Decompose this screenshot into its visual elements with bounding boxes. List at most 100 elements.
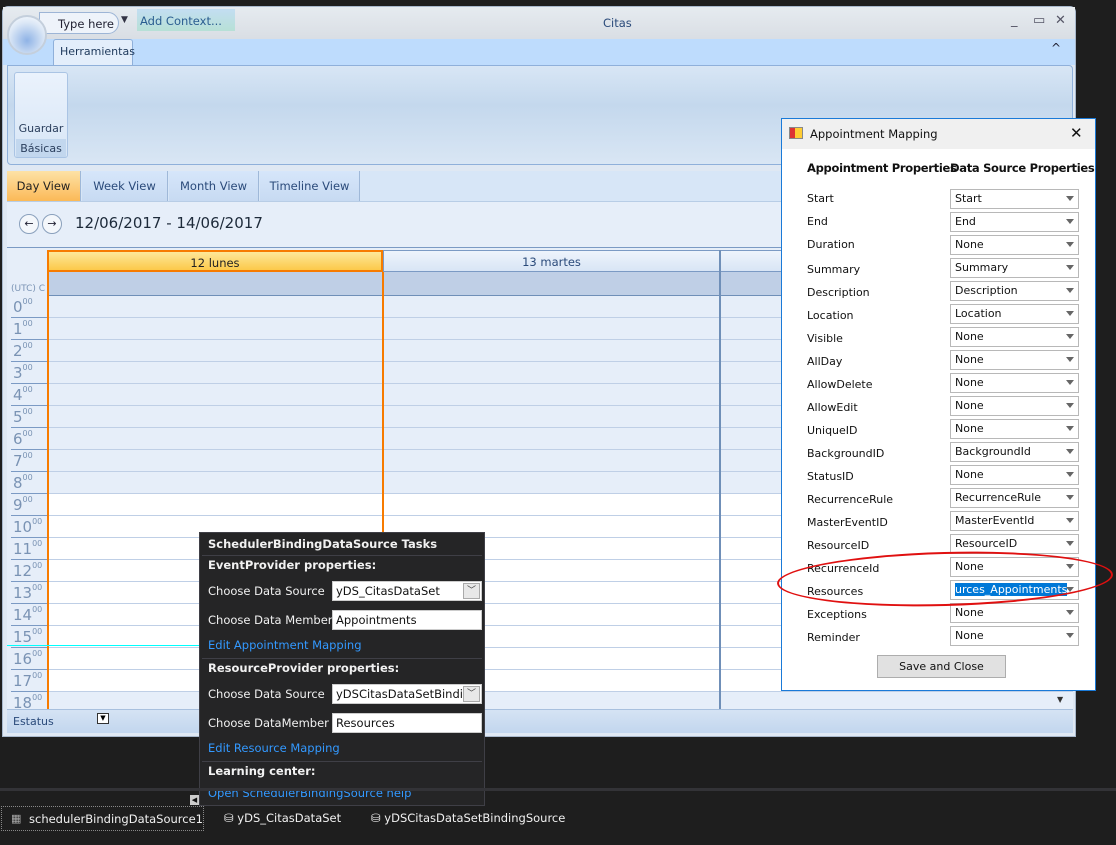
add-context-button[interactable]: Add Context... (137, 9, 235, 31)
tray-item-selected[interactable]: ▦ schedulerBindingDataSource1 (1, 806, 204, 831)
application-orb-button[interactable] (7, 15, 47, 55)
mapping-select-recurrencerule[interactable]: RecurrenceRule (950, 488, 1079, 508)
form-icon (789, 127, 803, 139)
guardar-button[interactable]: Guardar (15, 122, 67, 135)
res-source-value: yDSCitasDataSetBindin (336, 687, 471, 701)
property-label: Visible (807, 332, 843, 345)
divider (202, 761, 482, 762)
status-dropdown-icon[interactable]: ▼ (97, 713, 109, 724)
mapping-select-uniqueid[interactable]: None (950, 419, 1079, 439)
dropdown-arrow-icon[interactable] (1066, 633, 1074, 638)
scroll-down-icon[interactable]: ▼ (1057, 695, 1063, 704)
tab-day-view[interactable]: Day View (7, 171, 81, 201)
select-value: None (955, 468, 984, 481)
component-tray-splitter[interactable] (0, 788, 1116, 791)
day-header-13[interactable]: 13 martes (383, 250, 720, 272)
resource-provider-header: ResourceProvider properties: (208, 661, 400, 675)
chevron-down-icon[interactable]: ﹀ (463, 583, 480, 599)
dropdown-arrow-icon[interactable] (1066, 242, 1074, 247)
hour-minutes: 00 (22, 319, 33, 328)
event-data-source-select[interactable]: yDS_CitasDataSet ﹀ (332, 581, 482, 601)
tray-item-bindingsource[interactable]: ⛁ yDSCitasDataSetBindingSource (371, 811, 565, 825)
mapping-select-visible[interactable]: None (950, 327, 1079, 347)
dropdown-arrow-icon[interactable] (1066, 219, 1074, 224)
dropdown-arrow-icon[interactable] (1066, 518, 1074, 523)
property-label: Start (807, 192, 834, 205)
previous-arrow-icon[interactable]: ← (19, 214, 39, 234)
mapping-select-allday[interactable]: None (950, 350, 1079, 370)
dropdown-arrow-icon[interactable] (1066, 357, 1074, 362)
dropdown-arrow-icon[interactable] (1066, 495, 1074, 500)
select-value: MasterEventId (955, 514, 1035, 527)
collapse-ribbon-icon[interactable]: ^ (1051, 41, 1061, 55)
mapping-select-reminder[interactable]: None (950, 626, 1079, 646)
smart-tag-glyph-icon[interactable]: ◀ (190, 795, 199, 805)
hour-minutes: 00 (32, 517, 43, 526)
next-arrow-icon[interactable]: → (42, 214, 62, 234)
select-value: RecurrenceRule (955, 491, 1042, 504)
mapping-select-start[interactable]: Start (950, 189, 1079, 209)
hour-number: 13 (13, 584, 33, 602)
select-value: None (955, 399, 984, 412)
mapping-select-mastereventid[interactable]: MasterEventId (950, 511, 1079, 531)
event-data-member-input[interactable]: Appointments (332, 610, 482, 630)
mapping-select-duration[interactable]: None (950, 235, 1079, 255)
select-value: BackgroundId (955, 445, 1031, 458)
quick-access-input[interactable]: Type here (39, 12, 119, 34)
dropdown-arrow-icon[interactable] (1066, 449, 1074, 454)
resource-data-member-input[interactable]: Resources (332, 713, 482, 733)
day-divider (719, 250, 721, 709)
ev-source-value: yDS_CitasDataSet (336, 584, 440, 598)
mapping-select-exceptions[interactable]: None (950, 603, 1079, 623)
date-range: 12/06/2017 - 14/06/2017 (75, 214, 263, 232)
close-icon[interactable]: ✕ (1070, 124, 1083, 142)
hour-label: 500 (11, 406, 47, 428)
dropdown-arrow-icon[interactable] (1066, 311, 1074, 316)
tray-item-dataset[interactable]: ⛁ yDS_CitasDataSet (224, 811, 341, 825)
dropdown-arrow-icon[interactable] (1066, 541, 1074, 546)
hour-label: 700 (11, 450, 47, 472)
close-icon[interactable]: ✕ (1055, 13, 1066, 28)
quick-access-dropdown-icon[interactable]: ▼ (121, 15, 128, 25)
edit-appointment-mapping-link[interactable]: Edit Appointment Mapping (208, 638, 362, 652)
dropdown-arrow-icon[interactable] (1066, 426, 1074, 431)
dialog-title: Appointment Mapping (810, 127, 938, 141)
mapping-select-summary[interactable]: Summary (950, 258, 1079, 278)
mapping-select-description[interactable]: Description (950, 281, 1079, 301)
hour-minutes: 00 (22, 385, 33, 394)
hour-number: 1 (13, 320, 23, 338)
dropdown-arrow-icon[interactable] (1066, 288, 1074, 293)
mapping-select-allowedit[interactable]: None (950, 396, 1079, 416)
dropdown-arrow-icon[interactable] (1066, 334, 1074, 339)
maximize-icon[interactable]: ▭ (1033, 13, 1045, 28)
hour-minutes: 00 (22, 451, 33, 460)
mapping-select-backgroundid[interactable]: BackgroundId (950, 442, 1079, 462)
hour-number: 11 (13, 540, 33, 558)
resource-data-source-select[interactable]: yDSCitasDataSetBindin ﹀ (332, 684, 482, 704)
dropdown-arrow-icon[interactable] (1066, 196, 1074, 201)
dropdown-arrow-icon[interactable] (1066, 380, 1074, 385)
tab-month-view[interactable]: Month View (169, 171, 259, 201)
dropdown-arrow-icon[interactable] (1066, 265, 1074, 270)
save-and-close-button[interactable]: Save and Close (877, 655, 1006, 678)
dropdown-arrow-icon[interactable] (1066, 472, 1074, 477)
dropdown-arrow-icon[interactable] (1066, 610, 1074, 615)
hour-minutes: 00 (22, 363, 33, 372)
mapping-select-allowdelete[interactable]: None (950, 373, 1079, 393)
property-label: Exceptions (807, 608, 867, 621)
mapping-select-statusid[interactable]: None (950, 465, 1079, 485)
chevron-down-icon[interactable]: ﹀ (463, 686, 480, 702)
minimize-icon[interactable]: _ (1011, 13, 1018, 28)
day-header-12[interactable]: 12 lunes (47, 250, 383, 272)
mapping-select-location[interactable]: Location (950, 304, 1079, 324)
select-value: Location (955, 307, 1002, 320)
dropdown-arrow-icon[interactable] (1066, 403, 1074, 408)
property-label: Summary (807, 263, 861, 276)
hour-label: 1200 (11, 560, 47, 582)
hour-number: 0 (13, 298, 23, 316)
tab-herramientas[interactable]: Herramientas (53, 39, 135, 65)
tab-timeline-view[interactable]: Timeline View (260, 171, 360, 201)
tab-week-view[interactable]: Week View (82, 171, 168, 201)
mapping-select-end[interactable]: End (950, 212, 1079, 232)
edit-resource-mapping-link[interactable]: Edit Resource Mapping (208, 741, 340, 755)
